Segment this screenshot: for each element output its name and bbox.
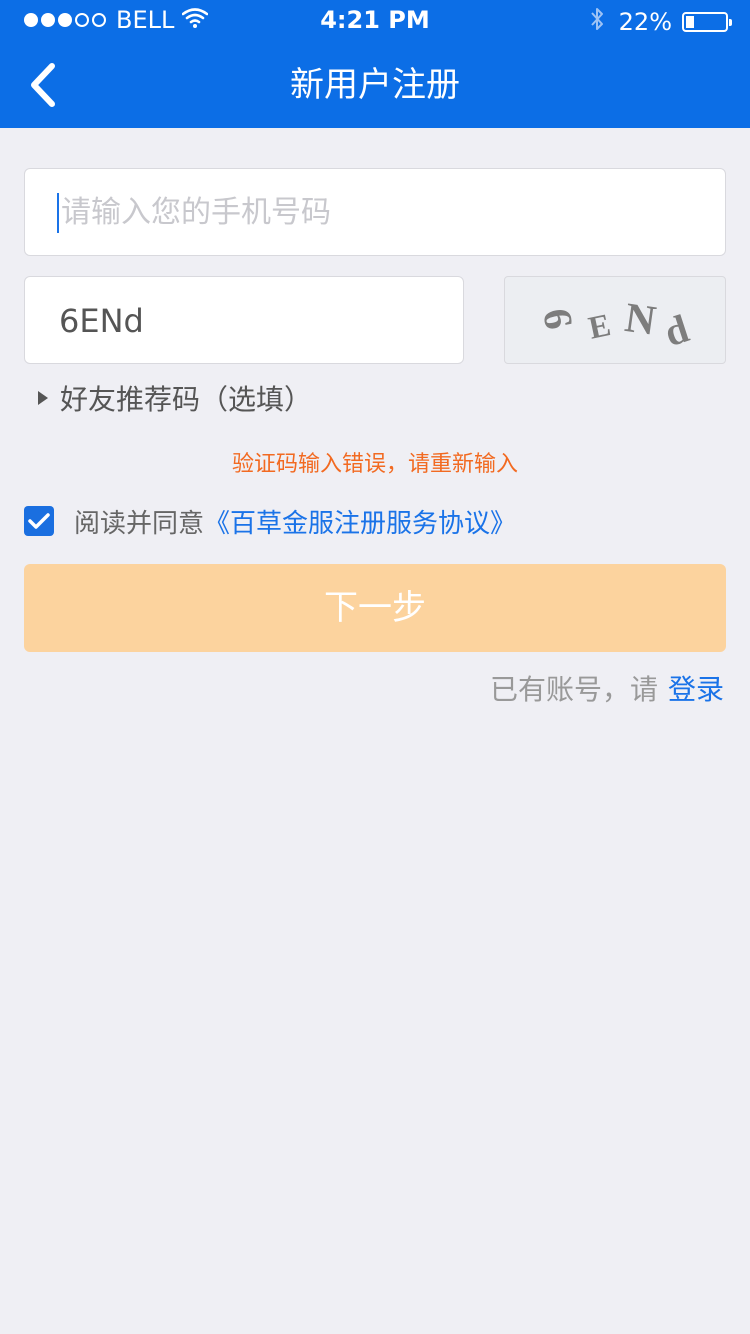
status-bar: BELL 4:21 PM 22% <box>0 0 750 40</box>
captcha-input[interactable]: 6ENd <box>24 276 464 364</box>
page-title: 新用户注册 <box>290 65 460 105</box>
status-right: 22% <box>589 6 732 38</box>
captcha-char: E <box>585 306 613 346</box>
agreement-prefix: 阅读并同意 <box>74 508 205 539</box>
login-row: 已有账号，请 登录 <box>490 668 724 708</box>
agreement-link[interactable]: 《百草金服注册服务协议》 <box>204 503 516 540</box>
bluetooth-icon <box>589 6 605 38</box>
captcha-char: 6 <box>534 305 582 333</box>
triangle-right-icon <box>38 391 48 405</box>
text-caret <box>57 193 59 233</box>
login-prompt: 已有账号，请 <box>489 673 658 706</box>
referral-code-toggle[interactable]: 好友推荐码（选填） <box>38 376 312 420</box>
battery-icon <box>682 12 732 32</box>
captcha-input-value: 6ENd <box>59 302 144 340</box>
login-link[interactable]: 登录 <box>668 673 724 706</box>
captcha-char: N <box>622 295 658 345</box>
battery-level <box>686 16 694 28</box>
phone-input[interactable]: 请输入您的手机号码 <box>24 168 726 256</box>
referral-label: 好友推荐码（选填） <box>60 383 313 416</box>
agreement-row: 阅读并同意 《百草金服注册服务协议》 <box>24 503 516 540</box>
checkmark-icon <box>28 513 50 529</box>
agreement-checkbox[interactable] <box>24 506 54 536</box>
next-button[interactable]: 下一步 <box>24 564 726 652</box>
error-message: 验证码输入错误，请重新输入 <box>231 452 518 477</box>
captcha-image[interactable]: 6 E N d <box>504 276 726 364</box>
battery-percent: 22% <box>618 8 672 36</box>
phone-placeholder: 请输入您的手机号码 <box>61 195 331 230</box>
header: BELL 4:21 PM 22% 新用户注册 <box>0 0 750 128</box>
captcha-char: d <box>659 306 694 356</box>
